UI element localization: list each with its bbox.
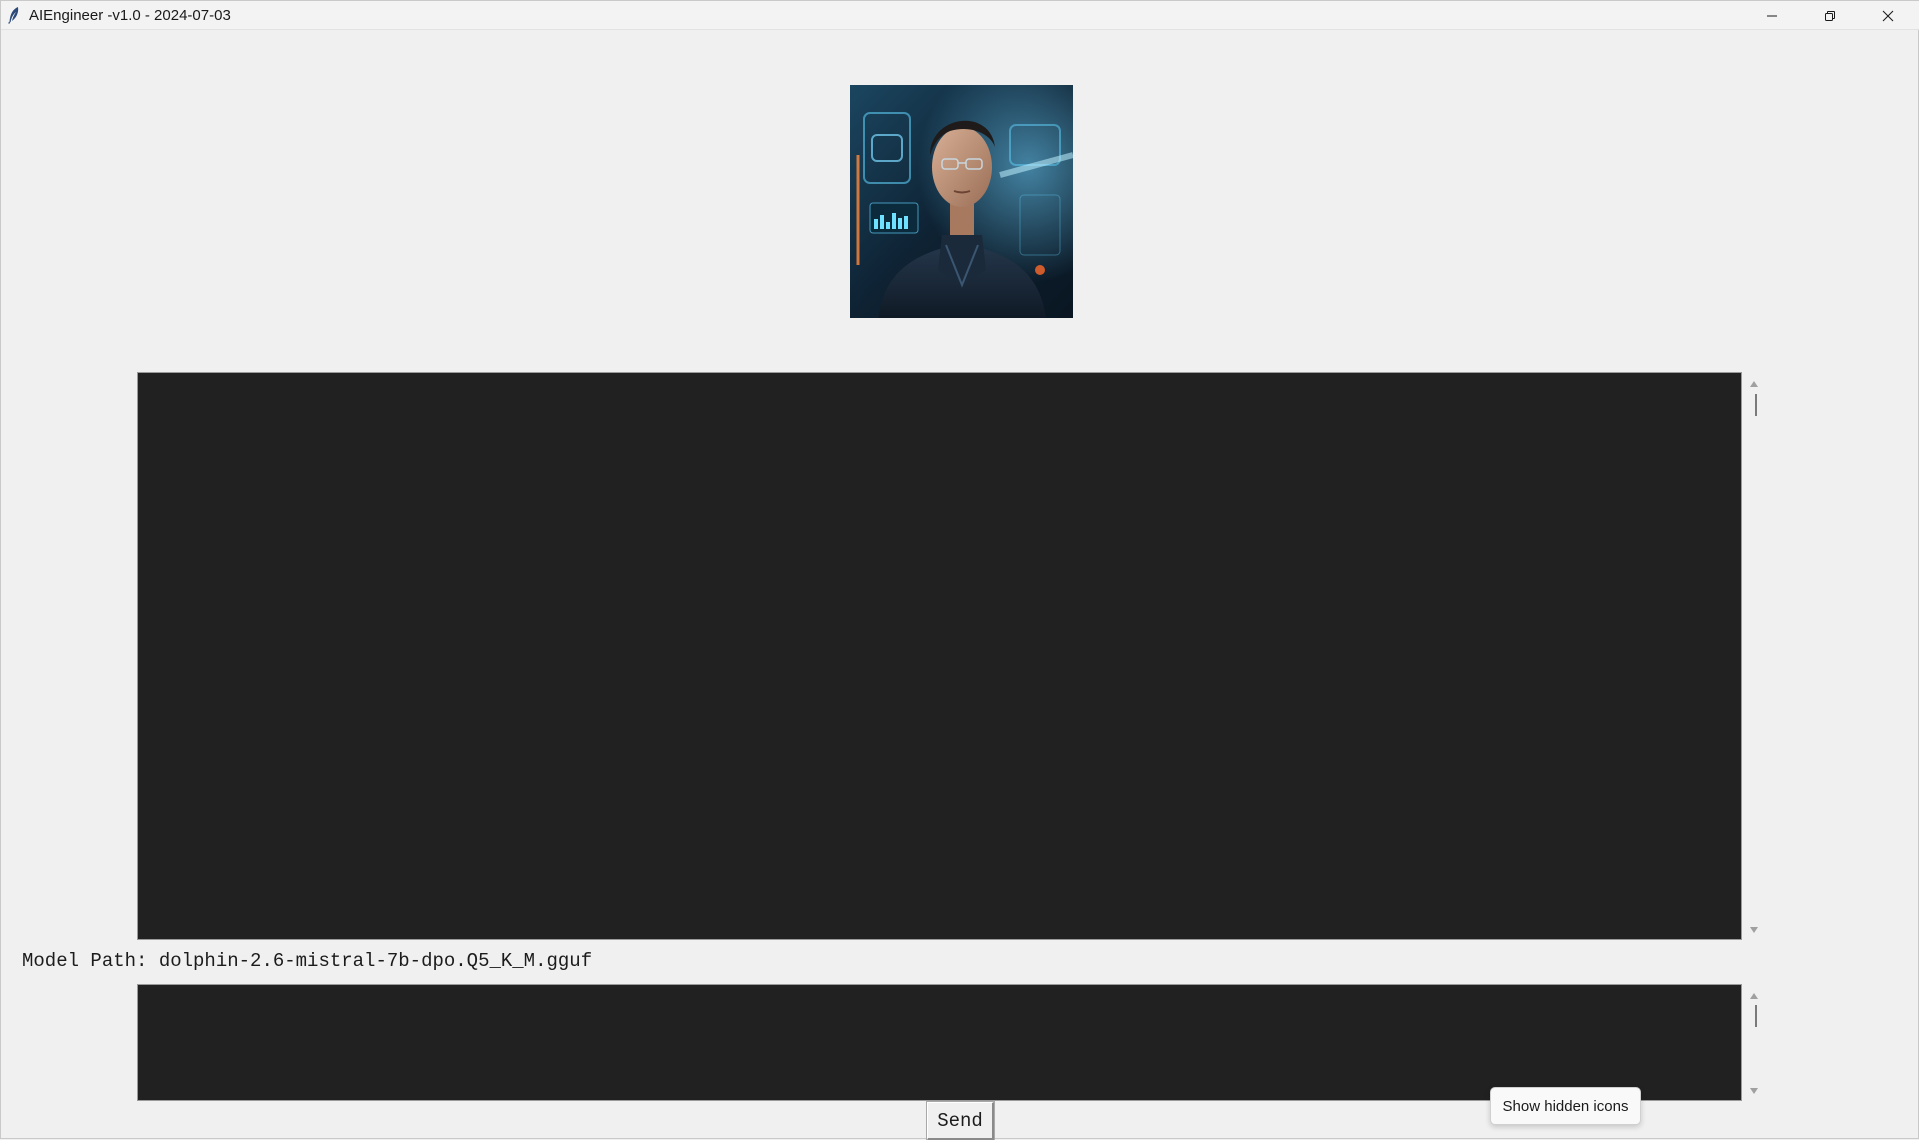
- input-scrollbar[interactable]: [1742, 984, 1766, 1101]
- minimize-button[interactable]: [1743, 1, 1801, 30]
- close-icon: [1882, 10, 1894, 21]
- triangle-up-icon: [1750, 993, 1758, 999]
- scroll-up-arrow[interactable]: [1742, 988, 1766, 1004]
- show-hidden-icons-tooltip: Show hidden icons: [1490, 1087, 1641, 1125]
- title-bar[interactable]: AIEngineer -v1.0 - 2024-07-03: [1, 1, 1919, 30]
- chat-output-area[interactable]: [137, 372, 1742, 940]
- minimize-icon: [1767, 15, 1777, 16]
- restore-icon: [1825, 10, 1835, 21]
- app-window: AIEngineer -v1.0 - 2024-07-03 Model Path…: [0, 0, 1919, 1140]
- close-button[interactable]: [1859, 1, 1917, 30]
- triangle-down-icon: [1750, 1088, 1758, 1094]
- scrollbar-thumb[interactable]: [1755, 1005, 1757, 1027]
- output-scrollbar[interactable]: [1742, 372, 1766, 940]
- scroll-up-arrow[interactable]: [1742, 376, 1766, 392]
- triangle-down-icon: [1750, 927, 1758, 933]
- model-path-label: Model Path: dolphin-2.6-mistral-7b-dpo.Q…: [22, 950, 593, 972]
- avatar-image: [850, 85, 1073, 318]
- send-button[interactable]: Send: [926, 1101, 995, 1140]
- scroll-down-arrow[interactable]: [1742, 922, 1766, 938]
- window-title: AIEngineer -v1.0 - 2024-07-03: [29, 7, 231, 24]
- scrollbar-thumb[interactable]: [1755, 394, 1757, 416]
- restore-button[interactable]: [1801, 1, 1859, 30]
- scroll-down-arrow[interactable]: [1742, 1083, 1766, 1099]
- chat-input-area[interactable]: [137, 984, 1742, 1101]
- feather-icon: [8, 7, 19, 24]
- triangle-up-icon: [1750, 381, 1758, 387]
